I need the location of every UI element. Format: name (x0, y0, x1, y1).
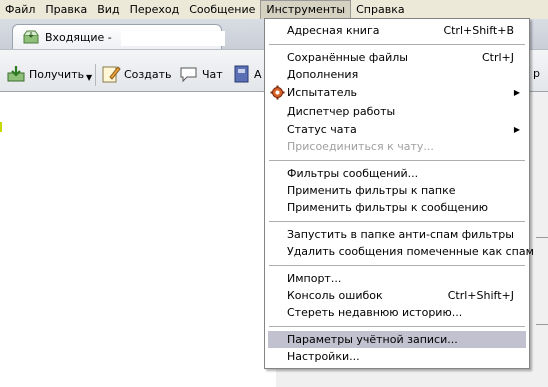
menu-item-label: Применить фильтры к сообщению (287, 201, 488, 214)
menu-item-import[interactable]: Импорт... (268, 270, 526, 287)
menu-item-label: Статус чата (287, 123, 357, 136)
menu-item-address-book[interactable]: Адресная книга Ctrl+Shift+B (268, 22, 526, 39)
menu-file[interactable]: Файл (0, 0, 40, 19)
menu-bar: Файл Правка Вид Переход Сообщение Инстру… (0, 0, 548, 19)
get-mail-button[interactable]: Получить (6, 64, 84, 84)
menu-help[interactable]: Справка (351, 0, 409, 19)
menu-item-tester[interactable]: Испытатель ▶ (268, 84, 526, 101)
menu-item-run-filters-message[interactable]: Применить фильтры к сообщению (268, 199, 526, 216)
menu-item-label: Импорт... (287, 272, 342, 285)
chat-button[interactable]: Чат (179, 64, 223, 84)
menu-item-shortcut: Ctrl+J (481, 51, 514, 64)
write-icon (101, 65, 121, 83)
get-mail-dropdown-arrow-icon[interactable]: ▼ (86, 67, 92, 87)
menu-item-label: Присоединиться к чату... (287, 140, 434, 153)
write-button[interactable]: Создать (101, 64, 172, 84)
tab-title-redacted (121, 31, 225, 46)
menu-message[interactable]: Сообщение (184, 0, 260, 19)
menu-item-label: Сохранённые файлы (287, 51, 408, 64)
menu-item-label: Применить фильтры к папке (287, 184, 456, 197)
pane-divider (536, 324, 548, 325)
address-book-icon (233, 65, 251, 83)
write-label: Создать (124, 67, 172, 81)
menu-item-saved-files[interactable]: Сохранённые файлы Ctrl+J (268, 49, 526, 66)
menu-item-account-settings[interactable]: Параметры учётной записи... (268, 331, 526, 348)
menu-item-label: Настройки... (287, 350, 360, 363)
menu-view[interactable]: Вид (92, 0, 124, 19)
tools-menu: Адресная книга Ctrl+Shift+B Сохранённые … (264, 18, 534, 369)
submenu-arrow-icon: ▶ (513, 125, 520, 134)
tab-title: Входящие - (45, 30, 112, 44)
menu-item-shortcut: Ctrl+Shift+J (447, 289, 514, 302)
menu-separator (269, 160, 525, 161)
menu-item-run-junk-controls[interactable]: Запустить в папке анти-спам фильтры (268, 226, 526, 243)
menu-item-message-filters[interactable]: Фильтры сообщений... (268, 165, 526, 182)
get-mail-icon (6, 65, 26, 83)
menu-item-delete-junk[interactable]: Удалить сообщения помеченные как спам (268, 243, 534, 260)
menu-go[interactable]: Переход (125, 0, 185, 19)
menu-item-run-filters-folder[interactable]: Применить фильтры к папке (268, 182, 526, 199)
address-book-button[interactable]: А (233, 64, 262, 84)
menu-item-error-console[interactable]: Консоль ошибок Ctrl+Shift+J (268, 287, 526, 304)
tester-gear-icon (270, 85, 285, 100)
inbox-icon (23, 30, 39, 44)
menu-item-label: Консоль ошибок (287, 289, 383, 302)
menu-separator (269, 326, 525, 327)
menu-item-options[interactable]: Настройки... (268, 348, 526, 365)
menu-item-label: Запустить в папке анти-спам фильтры (287, 228, 514, 241)
menu-edit[interactable]: Правка (40, 0, 92, 19)
pane-divider (536, 237, 548, 238)
menu-item-clear-history[interactable]: Стереть недавнюю историю... (268, 304, 526, 321)
menu-item-addons[interactable]: Дополнения (268, 66, 526, 83)
menu-item-label: Удалить сообщения помеченные как спам (287, 245, 534, 258)
menu-item-label: Адресная книга (287, 24, 380, 37)
menu-item-label: Испытатель (287, 86, 357, 99)
toolbar-cut-label: р (533, 67, 540, 80)
get-mail-label: Получить (29, 67, 85, 81)
menu-item-label: Фильтры сообщений... (287, 167, 419, 180)
menu-separator (269, 221, 525, 222)
menu-separator (269, 265, 525, 266)
menu-separator (269, 44, 525, 45)
address-book-label: А (254, 67, 262, 81)
menu-item-label: Стереть недавнюю историю... (287, 306, 463, 319)
menu-item-label: Диспетчер работы (287, 105, 396, 118)
chat-bubble-icon (179, 65, 199, 83)
toolbar-separator (95, 64, 96, 86)
menu-item-label: Дополнения (287, 68, 359, 81)
folder-pane-marker (0, 122, 2, 132)
tab-inbox[interactable]: Входящие - (12, 24, 225, 49)
menu-item-join-chat: Присоединиться к чату... (268, 138, 526, 155)
menu-tools[interactable]: Инструменты (260, 0, 352, 19)
submenu-arrow-icon: ▶ (513, 88, 520, 97)
menu-item-chat-status[interactable]: Статус чата ▶ (268, 121, 526, 138)
menu-item-label: Параметры учётной записи... (287, 333, 458, 346)
menu-item-shortcut: Ctrl+Shift+B (443, 24, 514, 37)
chat-label: Чат (202, 67, 223, 81)
menu-item-activity-manager[interactable]: Диспетчер работы (268, 103, 526, 120)
